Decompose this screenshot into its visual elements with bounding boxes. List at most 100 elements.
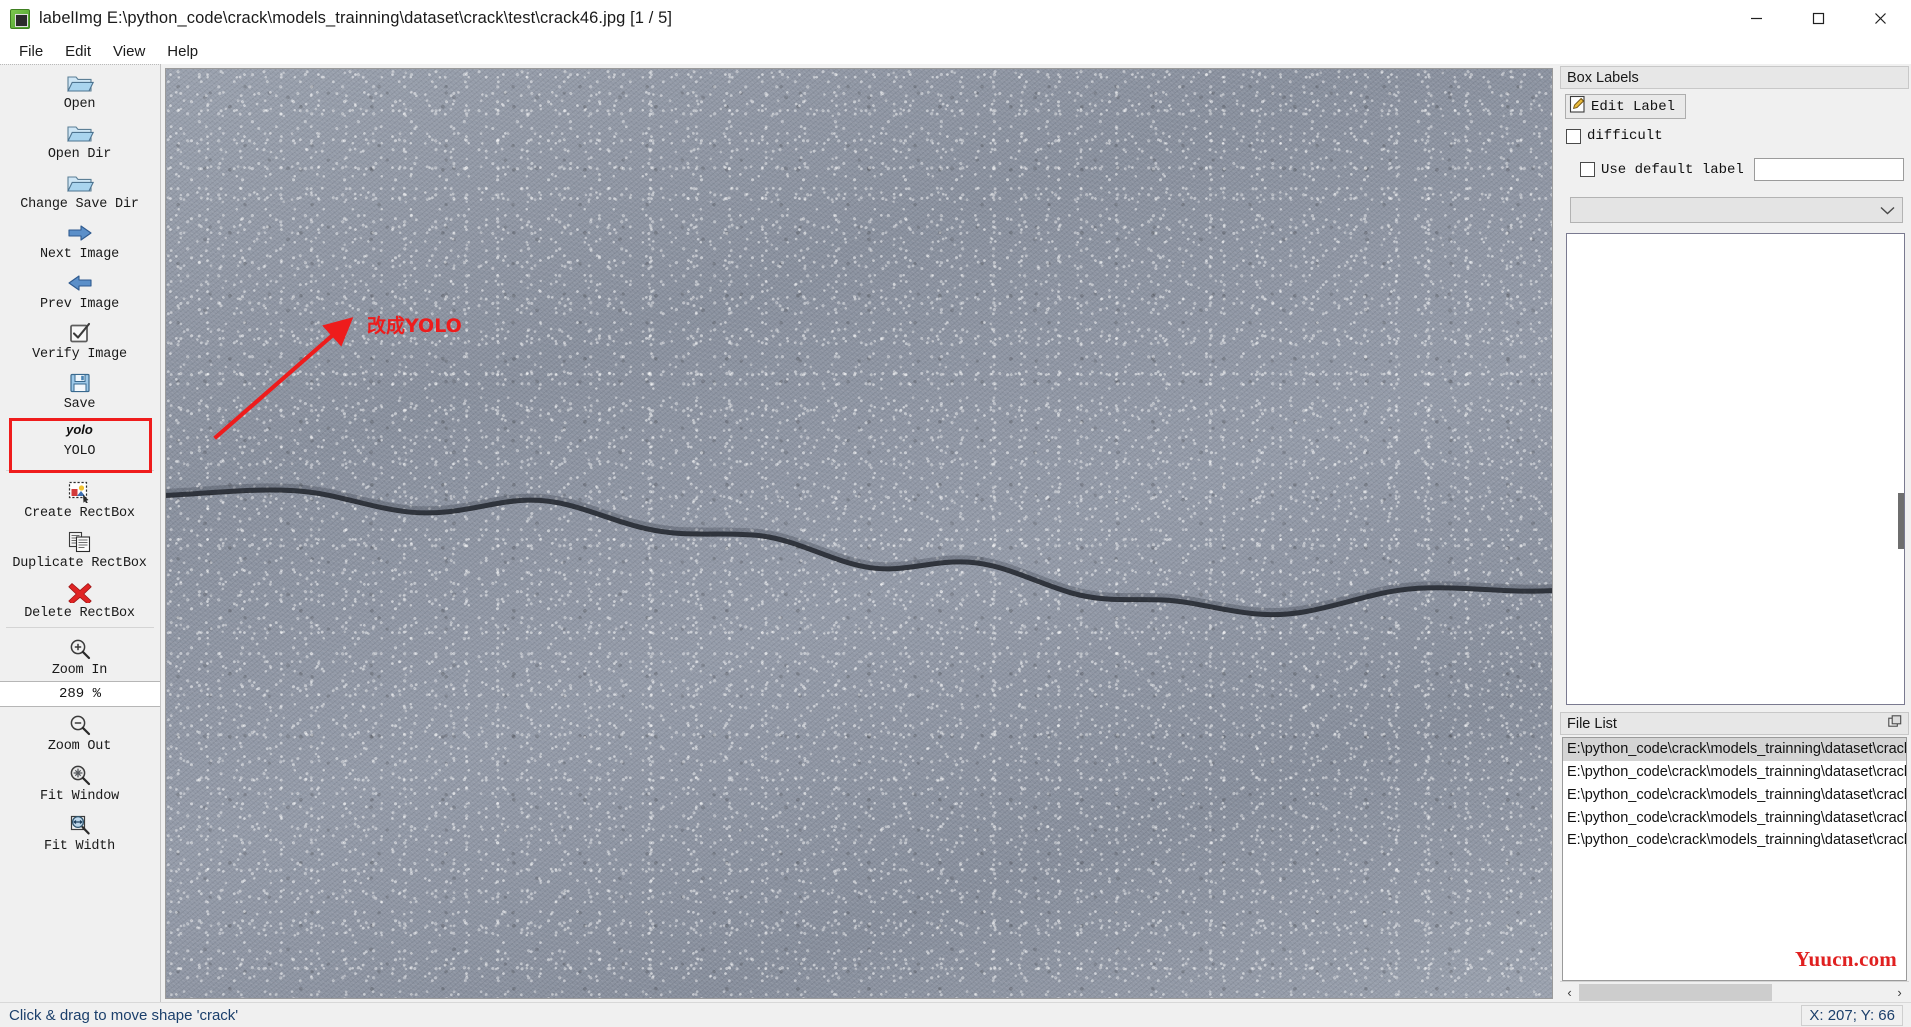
magnifier-plus-icon bbox=[65, 636, 95, 662]
window-controls bbox=[1725, 0, 1911, 38]
toolbar-duplicate-rectbox-label: Duplicate RectBox bbox=[12, 556, 147, 571]
zoom-level-field[interactable]: 289 % bbox=[0, 681, 160, 707]
toolbar-zoom-in-label: Zoom In bbox=[51, 663, 108, 678]
difficult-checkbox[interactable] bbox=[1566, 128, 1581, 144]
use-default-label-text: Use default label bbox=[1601, 161, 1744, 178]
box-labels-list[interactable] bbox=[1566, 233, 1905, 705]
toolbar-delete-rectbox[interactable]: Delete RectBox bbox=[0, 574, 159, 624]
yolo-format-glyph: yolo bbox=[66, 422, 93, 437]
undock-icon[interactable] bbox=[1888, 714, 1902, 733]
toolbar-open[interactable]: Open bbox=[0, 65, 159, 115]
magnifier-minus-icon bbox=[65, 712, 95, 738]
labelimg-window: labelImg E:\python_code\crack\models_tra… bbox=[0, 0, 1911, 1027]
maximize-button[interactable] bbox=[1787, 0, 1849, 38]
toolbar-verify-image-label: Verify Image bbox=[32, 347, 127, 362]
floppy-disk-icon bbox=[65, 370, 95, 396]
toolbar-format-yolo-label: YOLO bbox=[63, 444, 96, 459]
file-list-scroll-track[interactable] bbox=[1579, 983, 1890, 1001]
checkbox-tick-icon bbox=[65, 320, 95, 346]
file-list-body: E:\python_code\crack\models_trainning\da… bbox=[1562, 737, 1907, 981]
close-button[interactable] bbox=[1849, 0, 1911, 38]
difficult-checkbox-label: difficult bbox=[1587, 128, 1663, 144]
toolbar-open-dir[interactable]: Open Dir bbox=[0, 115, 159, 165]
toolbar-delete-rectbox-label: Delete RectBox bbox=[24, 606, 135, 621]
box-labels-dock-title: Box Labels bbox=[1560, 66, 1909, 89]
edit-label-button-text: Edit Label bbox=[1591, 98, 1676, 115]
toolbar-fit-width[interactable]: Fit Width bbox=[0, 807, 159, 857]
box-labels-title-text: Box Labels bbox=[1567, 69, 1639, 86]
magnifier-width-icon bbox=[65, 812, 95, 838]
toolbar-zoom-in[interactable]: Zoom In bbox=[0, 631, 159, 681]
image-canvas[interactable]: 改成YOLO bbox=[165, 68, 1553, 999]
magnifier-fit-icon bbox=[65, 762, 95, 788]
minimize-button[interactable] bbox=[1725, 0, 1787, 38]
red-cross-icon bbox=[65, 579, 95, 605]
annotation-label-change-to-yolo: 改成YOLO bbox=[366, 314, 462, 337]
toolbar-create-rectbox-label: Create RectBox bbox=[24, 506, 135, 521]
list-item[interactable]: E:\python_code\crack\models_trainning\da… bbox=[1563, 784, 1906, 807]
canvas-area: 改成YOLO bbox=[161, 64, 1558, 1002]
toolbar-save[interactable]: Save bbox=[0, 365, 159, 415]
edit-label-button[interactable]: Edit Label bbox=[1565, 94, 1687, 119]
toolbar-next-image[interactable]: Next Image bbox=[0, 215, 159, 265]
main-body: Open Open Dir Change Save Dir Next Image… bbox=[0, 64, 1911, 1002]
box-labels-scrollbar[interactable] bbox=[1898, 234, 1904, 704]
labelimg-app-icon bbox=[10, 8, 30, 29]
label-combo-box[interactable] bbox=[1570, 197, 1903, 223]
create-rectbox-icon bbox=[65, 479, 95, 505]
file-list-horizontal-scrollbar[interactable]: ‹ › bbox=[1560, 981, 1909, 1002]
toolbar-fit-window[interactable]: Fit Window bbox=[0, 757, 159, 807]
box-labels-panel: Edit Label difficult Use default label bbox=[1560, 89, 1909, 705]
status-bar: Click & drag to move shape 'crack' X: 20… bbox=[0, 1002, 1911, 1027]
toolbar-duplicate-rectbox[interactable]: Duplicate RectBox bbox=[0, 524, 159, 574]
toolbar-fit-window-label: Fit Window bbox=[39, 789, 119, 804]
scroll-right-arrow-icon[interactable]: › bbox=[1890, 983, 1909, 1002]
duplicate-rectbox-icon bbox=[65, 529, 95, 555]
default-label-input[interactable] bbox=[1753, 158, 1904, 181]
pavement-crack-line bbox=[166, 483, 1552, 618]
box-labels-scroll-thumb[interactable] bbox=[1898, 492, 1904, 549]
watermark: Yuucn.com bbox=[1795, 947, 1897, 971]
menu-file[interactable]: File bbox=[8, 41, 54, 62]
menu-help[interactable]: Help bbox=[156, 41, 209, 62]
toolbar-divider-2 bbox=[6, 627, 154, 628]
toolbar-next-image-label: Next Image bbox=[39, 247, 119, 262]
menu-bar: File Edit View Help bbox=[0, 38, 1911, 64]
arrow-right-icon bbox=[65, 220, 95, 246]
status-message: Click & drag to move shape 'crack' bbox=[9, 1006, 239, 1024]
toolbar-create-rectbox[interactable]: Create RectBox bbox=[0, 474, 159, 524]
toolbar-prev-image[interactable]: Prev Image bbox=[0, 265, 159, 315]
open-folder-icon bbox=[65, 70, 95, 96]
use-default-label-checkbox[interactable] bbox=[1580, 162, 1595, 177]
chevron-down-icon bbox=[1880, 203, 1895, 218]
toolbar-change-save-dir[interactable]: Change Save Dir bbox=[0, 165, 159, 215]
toolbar-save-label: Save bbox=[63, 397, 96, 412]
toolbar-zoom-out[interactable]: Zoom Out bbox=[0, 707, 159, 757]
toolbar-format-yolo-button[interactable]: yolo YOLO bbox=[0, 415, 159, 467]
file-list-scroll-thumb[interactable] bbox=[1579, 983, 1772, 1001]
window-title: labelImg E:\python_code\crack\models_tra… bbox=[39, 9, 673, 27]
toolbar-prev-image-label: Prev Image bbox=[39, 297, 119, 312]
arrow-left-icon bbox=[65, 270, 95, 296]
open-folder-icon bbox=[65, 170, 95, 196]
list-item[interactable]: E:\python_code\crack\models_trainning\da… bbox=[1563, 829, 1906, 852]
scroll-left-arrow-icon[interactable]: ‹ bbox=[1560, 983, 1579, 1002]
list-item[interactable]: E:\python_code\crack\models_trainning\da… bbox=[1563, 738, 1906, 761]
use-default-label-row: Use default label bbox=[1580, 158, 1907, 181]
toolbar-fit-width-label: Fit Width bbox=[43, 839, 116, 854]
pencil-edit-icon bbox=[1569, 95, 1588, 119]
cursor-coordinates: X: 207; Y: 66 bbox=[1801, 1004, 1903, 1026]
toolbar-open-label: Open bbox=[63, 97, 96, 112]
difficult-checkbox-row[interactable]: difficult bbox=[1566, 128, 1907, 144]
toolbar-zoom-out-label: Zoom Out bbox=[47, 739, 112, 754]
toolbar-verify-image[interactable]: Verify Image bbox=[0, 315, 159, 365]
left-toolbar: Open Open Dir Change Save Dir Next Image… bbox=[0, 64, 161, 1002]
list-item[interactable]: E:\python_code\crack\models_trainning\da… bbox=[1563, 761, 1906, 784]
menu-edit[interactable]: Edit bbox=[54, 41, 102, 62]
file-list-dock-title: File List bbox=[1560, 712, 1909, 735]
list-item[interactable]: E:\python_code\crack\models_trainning\da… bbox=[1563, 807, 1906, 830]
file-list-title-text: File List bbox=[1567, 715, 1617, 732]
title-bar: labelImg E:\python_code\crack\models_tra… bbox=[0, 0, 1911, 38]
toolbar-open-dir-label: Open Dir bbox=[47, 147, 112, 162]
menu-view[interactable]: View bbox=[102, 41, 156, 62]
